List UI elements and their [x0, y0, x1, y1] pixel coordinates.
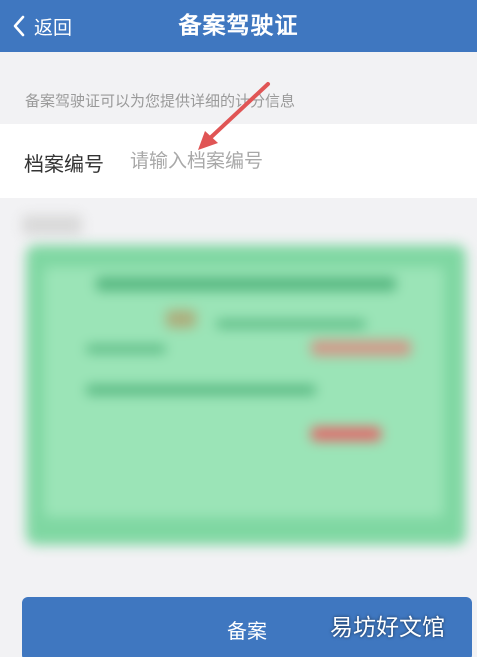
archive-number-row: 档案编号 [0, 124, 477, 198]
archive-number-label: 档案编号 [24, 152, 104, 176]
nav-bar: 返回 备案驾驶证 [0, 0, 477, 52]
page-title: 备案驾驶证 [178, 13, 299, 39]
archive-number-input[interactable] [130, 142, 450, 180]
watermark: 易坊好文馆 [330, 615, 445, 641]
hint-text: 备案驾驶证可以为您提供详细的计分信息 [25, 92, 296, 110]
license-sample-image [22, 215, 472, 555]
